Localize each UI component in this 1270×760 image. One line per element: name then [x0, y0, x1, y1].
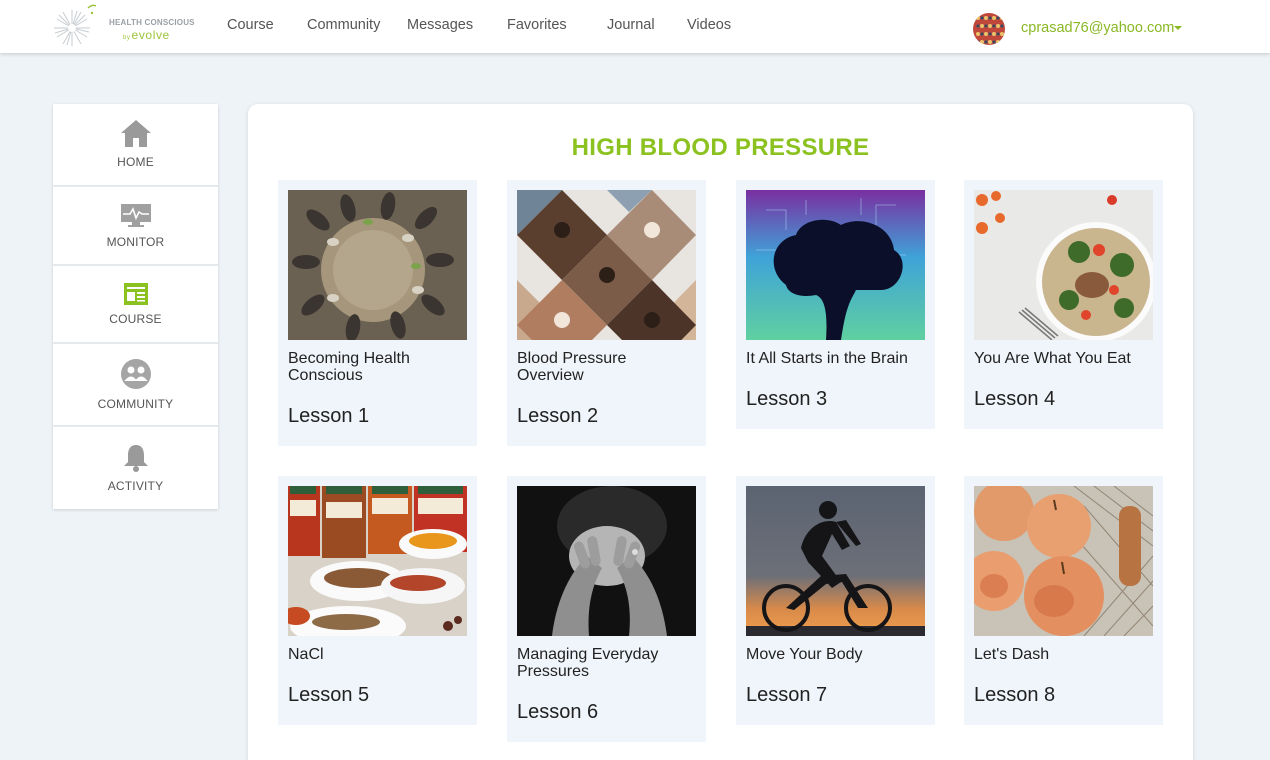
nav-community[interactable]: Community [307, 17, 380, 33]
sidebar-item-label: COMMUNITY [97, 397, 174, 411]
user-avatar[interactable] [973, 13, 1005, 45]
sidebar-item-course[interactable]: COURSE [53, 266, 218, 344]
home-icon [120, 120, 151, 147]
lesson-title: Managing Everyday Pressures [517, 646, 659, 680]
lesson-number: Lesson 6 [517, 701, 599, 723]
food-bowl-photo [974, 190, 1153, 340]
cyclist-photo [746, 486, 925, 636]
lesson-title: NaCl [288, 646, 324, 663]
faces-collage-photo [517, 190, 696, 340]
lesson-title: You Are What You Eat [974, 350, 1131, 367]
nav-videos[interactable]: Videos [687, 17, 731, 33]
lesson-card-3[interactable]: It All Starts in the Brain Lesson 3 [736, 180, 935, 429]
sidebar-item-label: HOME [117, 155, 154, 169]
apples-photo [974, 486, 1153, 636]
logo-by-text: by [123, 35, 131, 41]
user-email-menu[interactable]: cprasad76@yahoo.com [1021, 20, 1174, 36]
feet-circle-photo [288, 190, 467, 340]
lesson-number: Lesson 4 [974, 388, 1056, 410]
nav-favorites[interactable]: Favorites [507, 17, 567, 33]
logo-brand-text: HEALTH CONSCIOUS [109, 18, 195, 27]
nav-course[interactable]: Course [227, 17, 274, 33]
lesson-title: Move Your Body [746, 646, 863, 663]
lesson-card-1[interactable]: Becoming Health Conscious Lesson 1 [278, 180, 477, 446]
lesson-card-8[interactable]: Let's Dash Lesson 8 [964, 476, 1163, 725]
lesson-card-6[interactable]: Managing Everyday Pressures Lesson 6 [507, 476, 706, 742]
logo-evolve-text: evolve [131, 28, 170, 42]
page-title: HIGH BLOOD PRESSURE [571, 134, 870, 161]
sidebar-item-label: COURSE [109, 312, 162, 326]
lesson-number: Lesson 7 [746, 684, 828, 706]
bell-icon [123, 445, 148, 472]
monitor-icon [120, 204, 151, 227]
sidebar-item-activity[interactable]: ACTIVITY [53, 427, 218, 509]
lesson-number: Lesson 2 [517, 405, 599, 427]
lesson-number: Lesson 8 [974, 684, 1056, 706]
nav-journal[interactable]: Journal [607, 17, 655, 33]
sidebar-item-label: ACTIVITY [107, 479, 164, 493]
sidebar: HOME MONITOR COURSE COMMUNITY ACTIVITY [53, 104, 218, 509]
logo-sub-text: byevolve [109, 28, 195, 42]
course-icon [123, 283, 148, 305]
sidebar-item-community[interactable]: COMMUNITY [53, 344, 218, 427]
starburst-logo-icon [54, 4, 97, 46]
lesson-card-2[interactable]: Blood Pressure Overview Lesson 2 [507, 180, 706, 446]
health-conscious-logo[interactable]: HEALTH CONSCIOUS byevolve [52, 4, 197, 50]
top-navbar: HEALTH CONSCIOUS byevolve Course Communi… [0, 0, 1270, 53]
sidebar-item-label: MONITOR [106, 235, 165, 249]
stressed-person-photo [517, 486, 696, 636]
lesson-number: Lesson 3 [746, 388, 828, 410]
chevron-down-icon[interactable] [1174, 26, 1182, 30]
spices-photo [288, 486, 467, 636]
sidebar-item-home[interactable]: HOME [53, 104, 218, 187]
lesson-title: Blood Pressure Overview [517, 350, 627, 384]
lesson-card-4[interactable]: You Are What You Eat Lesson 4 [964, 180, 1163, 429]
brain-circuit-photo [746, 190, 925, 340]
nav-messages[interactable]: Messages [407, 17, 473, 33]
course-panel: HIGH BLOOD PRESSURE Becoming Health Cons… [248, 104, 1193, 760]
lesson-title: Becoming Health Conscious [288, 350, 410, 384]
lesson-card-7[interactable]: Move Your Body Lesson 7 [736, 476, 935, 725]
lesson-card-5[interactable]: NaCl Lesson 5 [278, 476, 477, 725]
sidebar-item-monitor[interactable]: MONITOR [53, 187, 218, 266]
lesson-number: Lesson 5 [288, 684, 370, 706]
lesson-number: Lesson 1 [288, 405, 370, 427]
lesson-title: It All Starts in the Brain [746, 350, 908, 367]
community-icon [120, 359, 151, 389]
lesson-title: Let's Dash [974, 646, 1050, 663]
